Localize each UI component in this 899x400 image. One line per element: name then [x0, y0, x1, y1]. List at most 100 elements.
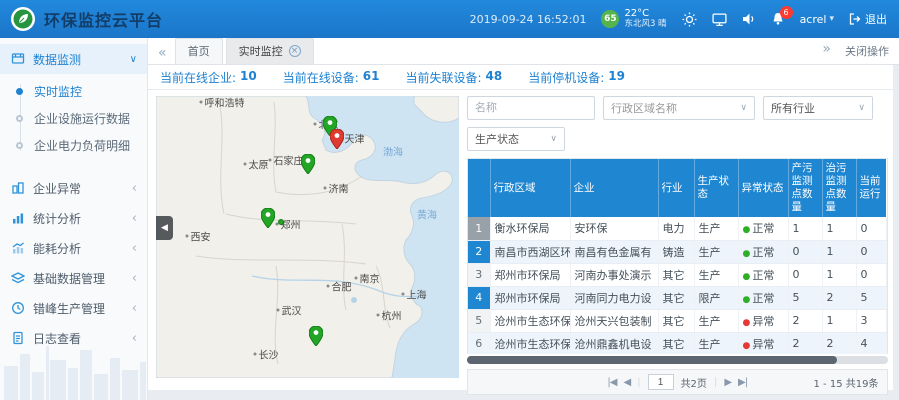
col-region[interactable]: 行政区域	[490, 159, 570, 217]
tab-close-icon[interactable]: ×	[289, 45, 301, 57]
cell-produce-points: 0	[788, 240, 822, 263]
prev-page-button[interactable]: ◀	[623, 377, 630, 388]
cell-region: 沧州市生态环保局	[490, 332, 570, 354]
total-records-label: 共19条	[846, 379, 879, 390]
speaker-icon[interactable]	[742, 12, 756, 26]
monitor-icon[interactable]	[712, 12, 727, 27]
tab-home[interactable]: 首页	[175, 38, 223, 64]
name-search-input[interactable]	[467, 96, 595, 120]
table-header-row: 行政区域 企业 行业 生产状态 异常状态 产污监测点数量 治污监测点数量 当前运…	[468, 159, 886, 217]
app-logo-icon	[10, 6, 36, 32]
col-production-status[interactable]: 生产状态	[694, 159, 738, 217]
logout-button[interactable]: 退出	[849, 11, 887, 27]
table-row[interactable]: 1 衡水环保局 安环保 电力 生产 ●正常 1 1 0	[468, 217, 886, 240]
cell-industry: 电力	[658, 217, 694, 240]
col-industry[interactable]: 行业	[658, 159, 694, 217]
scrollbar-thumb[interactable]	[467, 356, 837, 364]
pagination-info: 1 - 15 共19条	[814, 375, 879, 390]
skyline-watermark	[0, 336, 148, 400]
app-title: 环保监控云平台	[44, 7, 163, 31]
top-header: 环保监控云平台 2019-09-24 16:52:01 65 22°C 东北风3…	[0, 0, 899, 38]
map-sea-label: 黄海	[417, 207, 437, 222]
col-company[interactable]: 企业	[570, 159, 658, 217]
notifications-bell-icon[interactable]: 6	[771, 12, 785, 26]
pager-divider: |	[714, 377, 717, 388]
status-dot-green: ●	[743, 249, 751, 259]
cell-running: 0	[856, 217, 886, 240]
first-page-button[interactable]: |◀	[607, 377, 616, 388]
chevron-left-icon: ‹	[132, 211, 137, 226]
col-running[interactable]: 当前运行	[856, 159, 886, 217]
last-page-button[interactable]: ▶|	[738, 377, 747, 388]
sidebar-item-statistics[interactable]: 统计分析 ‹	[0, 203, 147, 233]
map-city-label: 太原	[244, 157, 269, 172]
cell-produce-points: 2	[788, 309, 822, 332]
map-collapse-button[interactable]: ◀	[156, 216, 173, 240]
map-panel[interactable]: 呼和浩特 北京 天津 石家庄 太原 济南 郑州 西安 南京 合肥 上海 武汉 杭…	[156, 96, 459, 378]
sidebar-subitem-label: 实时监控	[34, 83, 82, 100]
sidebar-item-label: 错峰生产管理	[33, 300, 105, 317]
sidebar-item-label: 数据监测	[33, 51, 81, 68]
cell-production: 生产	[694, 309, 738, 332]
temperature-label: 22°C	[624, 9, 666, 19]
col-pollution-points[interactable]: 产污监测点数量	[788, 159, 822, 217]
table-row[interactable]: 5 沧州市生态环保局 沧州天兴包装制 其它 生产 ●异常 2 1 3	[468, 309, 886, 332]
table-row[interactable]: 3 郑州市环保局 河南办事处演示 其它 生产 ●正常 0 1 0	[468, 263, 886, 286]
stat-stopped-devices: 当前停机设备: 19	[528, 69, 625, 86]
table-row[interactable]: 6 沧州市生态环保局 沧州鼎鑫机电设 其它 生产 ●异常 2 2 4	[468, 332, 886, 354]
cell-region: 衡水环保局	[490, 217, 570, 240]
monitor-right-panel: 行政区域名称 ∨ 所有行业 ∨ 生产状态 ∨	[459, 96, 888, 395]
industry-select-value: 所有行业	[771, 100, 815, 116]
map-pin-red[interactable]	[330, 129, 344, 149]
sidebar-subitem-power-load-detail[interactable]: 企业电力负荷明细	[0, 132, 147, 159]
chevron-left-icon: ‹	[132, 301, 137, 316]
sidebar-item-peak-production[interactable]: 错峰生产管理 ‹	[0, 293, 147, 323]
tabs-scroll-right-button[interactable]: »	[812, 41, 839, 60]
next-page-button[interactable]: ▶	[724, 377, 731, 388]
sidebar-subitem-label: 企业设施运行数据	[34, 110, 130, 127]
pagination-controls: |◀ ◀ | 共2页 | ▶ ▶|	[607, 374, 747, 390]
sidebar: 数据监测 ∨ 实时监控 企业设施运行数据 企业电力负荷明细	[0, 38, 148, 400]
page-input[interactable]	[648, 374, 674, 390]
user-menu[interactable]: acrel ▾	[800, 13, 834, 26]
logout-label: 退出	[865, 11, 887, 27]
map-city-label: 石家庄	[269, 153, 304, 168]
sidebar-subitem-realtime-monitoring[interactable]: 实时监控	[0, 78, 147, 105]
tabs-scroll-left-button[interactable]: «	[148, 45, 175, 64]
sidebar-item-label: 企业异常	[33, 180, 81, 197]
map-pin-green[interactable]	[309, 326, 323, 346]
sidebar-subitem-facility-data[interactable]: 企业设施运行数据	[0, 105, 147, 132]
map-city-label: 杭州	[377, 308, 402, 323]
region-select[interactable]: 行政区域名称 ∨	[603, 96, 755, 120]
notification-count-badge: 6	[780, 6, 793, 19]
aqi-badge: 65	[601, 10, 619, 28]
sidebar-item-base-data[interactable]: 基础数据管理 ‹	[0, 263, 147, 293]
chevron-down-icon: ∨	[740, 103, 747, 113]
sidebar-item-energy-analysis[interactable]: 能耗分析 ‹	[0, 233, 147, 263]
horizontal-scrollbar[interactable]	[467, 356, 888, 364]
industry-select[interactable]: 所有行业 ∨	[763, 96, 873, 120]
chevron-down-icon: ∨	[858, 103, 865, 113]
sidebar-item-enterprise-abnormal[interactable]: 企业异常 ‹	[0, 173, 147, 203]
stat-label: 当前失联设备:	[406, 69, 482, 86]
map-pin-green[interactable]	[261, 208, 275, 228]
table-row[interactable]: 4 郑州市环保局 河南同力电力设 其它 限产 ●正常 5 2 5	[468, 286, 886, 309]
map-marker-dot[interactable]	[278, 219, 284, 225]
map-pin-green[interactable]	[301, 154, 315, 174]
col-abnormal-status[interactable]: 异常状态	[738, 159, 788, 217]
table-row[interactable]: 2 南昌市西湖区环保 南昌有色金属有 铸造 生产 ●正常 0 1 0	[468, 240, 886, 263]
map-city-label: 武汉	[277, 303, 302, 318]
close-operations-button[interactable]: 关闭操作	[845, 43, 889, 59]
sidebar-item-data-monitoring[interactable]: 数据监测 ∨	[0, 44, 147, 74]
cell-industry: 铸造	[658, 240, 694, 263]
map-city-label: 长沙	[254, 347, 279, 362]
production-status-select[interactable]: 生产状态 ∨	[467, 127, 565, 151]
bar-chart-icon	[10, 211, 25, 226]
bar-chart-line-icon	[10, 241, 25, 256]
stat-label: 当前停机设备:	[528, 69, 604, 86]
col-treatment-points[interactable]: 治污监测点数量	[822, 159, 856, 217]
cell-produce-points: 5	[788, 286, 822, 309]
chevron-down-icon: ∨	[550, 134, 557, 144]
tab-realtime-monitoring[interactable]: 实时监控 ×	[226, 38, 314, 64]
cell-abnormal: ●异常	[738, 309, 788, 332]
